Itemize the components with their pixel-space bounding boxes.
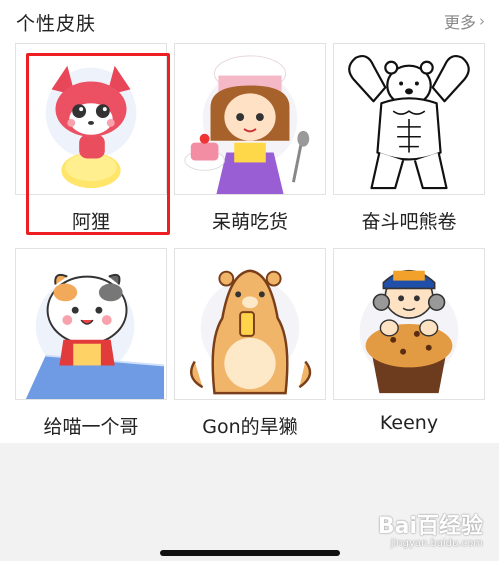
- more-label: 更多: [443, 13, 476, 32]
- skin-card-muscle-bear[interactable]: [333, 43, 485, 195]
- skin-card-cat[interactable]: [15, 248, 167, 400]
- watermark-text: Bai百经验: [377, 514, 483, 539]
- chevron-right-icon: ›: [479, 12, 485, 30]
- skin-panel: 个性皮肤 更多 › 阿狸 呆萌吃货 奋斗吧熊卷 给喵一个哥 Gon的旱獭 Kee…: [0, 0, 499, 443]
- section-title: 个性皮肤: [16, 13, 97, 35]
- selection-highlight: [26, 53, 170, 235]
- marmot-icon: [189, 269, 312, 395]
- skin-card-keeny[interactable]: [333, 248, 485, 400]
- boy-muffin-icon: [359, 269, 459, 394]
- cat-chef-icon: [25, 273, 165, 399]
- skin-card-marmot[interactable]: [174, 248, 326, 400]
- skin-card-chef-girl[interactable]: [174, 43, 326, 195]
- watermark-sub: jingyan.baidu.com: [390, 538, 483, 549]
- skin-label-cat: 给喵一个哥: [43, 416, 139, 438]
- muscle-bear-icon: [348, 55, 470, 190]
- skin-label-keeny: Keeny: [379, 412, 439, 434]
- skin-label-chef-girl: 呆萌吃货: [211, 211, 288, 233]
- more-link[interactable]: 更多 ›: [444, 9, 485, 33]
- chef-girl-icon: [184, 55, 310, 194]
- home-indicator[interactable]: [160, 550, 340, 556]
- watermark: Bai百经验 jingyan.baidu.com: [378, 508, 483, 549]
- skin-label-muscle-bear: 奋斗吧熊卷: [361, 211, 457, 233]
- skin-label-marmot: Gon的旱獭: [202, 416, 298, 438]
